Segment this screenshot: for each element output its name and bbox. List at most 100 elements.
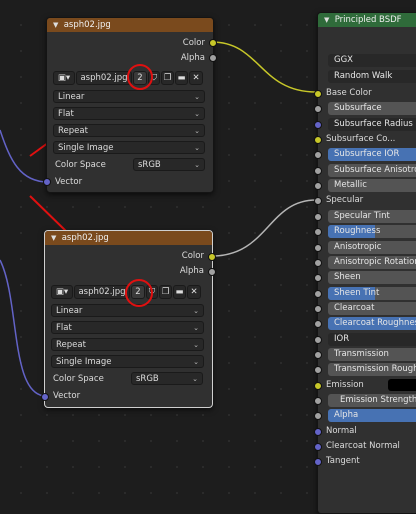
node-title: asph02.jpg: [63, 20, 111, 30]
input-socket-anisotropic-rotation[interactable]: [314, 259, 322, 267]
input-vector-label: Vector: [53, 391, 81, 401]
source-dropdown[interactable]: Single Image ⌄: [53, 141, 205, 154]
extension-dropdown[interactable]: Repeat ⌄: [51, 338, 204, 351]
input-socket-tangent[interactable]: [314, 458, 322, 466]
input-field-transmission-roughness[interactable]: Transmission Roughness: [328, 363, 416, 376]
input-field-label: Anisotropic Rotation: [334, 257, 416, 267]
input-field-alpha[interactable]: Alpha: [328, 409, 416, 422]
interpolation-dropdown[interactable]: Linear ⌄: [53, 90, 205, 103]
image-browse-icon[interactable]: ▣▾: [51, 285, 73, 299]
input-socket-sheen[interactable]: [314, 274, 322, 282]
input-socket-sheen-tint[interactable]: [314, 290, 322, 298]
input-socket-clearcoat-roughness[interactable]: [314, 320, 322, 328]
image-texture-node-1[interactable]: ▼ asph02.jpg Color Alpha ▣▾ asph02.jpg 2…: [46, 17, 214, 193]
chevron-down-icon: ⌄: [193, 324, 199, 332]
duplicate-icon[interactable]: ❐: [159, 285, 172, 299]
input-socket-transmission-roughness[interactable]: [314, 366, 322, 374]
collapse-chevron-icon[interactable]: ▼: [324, 13, 332, 27]
image-name-field[interactable]: asph02.jpg: [74, 285, 130, 299]
node-header[interactable]: ▼ asph02.jpg: [47, 18, 213, 32]
input-socket-emission[interactable]: [314, 382, 322, 390]
input-vector-socket[interactable]: [41, 393, 49, 401]
input-socket-subsurface-anisotropy[interactable]: [314, 167, 322, 175]
extension-dropdown[interactable]: Repeat ⌄: [53, 124, 205, 137]
projection-dropdown[interactable]: Flat ⌄: [51, 321, 204, 334]
chevron-down-icon: ⌄: [193, 341, 199, 349]
input-field-label: Sheen Tint: [334, 288, 380, 298]
input-field-clearcoat-roughness[interactable]: Clearcoat Roughness: [328, 317, 416, 330]
source-value: Single Image: [58, 143, 114, 153]
chevron-down-icon: ⌄: [194, 110, 200, 118]
input-field-subsurface-ior[interactable]: Subsurface IOR: [328, 148, 416, 161]
input-socket-roughness[interactable]: [314, 228, 322, 236]
input-field-emission-strength[interactable]: Emission Strength: [328, 394, 416, 407]
unlink-close-icon[interactable]: ✕: [189, 71, 203, 85]
input-socket-anisotropic[interactable]: [314, 244, 322, 252]
input-field-label: Roughness: [334, 226, 381, 236]
duplicate-icon[interactable]: ❐: [161, 71, 174, 85]
input-socket-transmission[interactable]: [314, 351, 322, 359]
distribution-dropdown[interactable]: GGX: [328, 54, 416, 67]
image-name-field[interactable]: asph02.jpg: [76, 71, 132, 85]
output-alpha-socket[interactable]: [208, 268, 216, 276]
input-field-specular-tint[interactable]: Specular Tint: [328, 210, 416, 223]
link-color-to-specular: [211, 199, 317, 257]
input-vector-socket[interactable]: [43, 178, 51, 186]
input-socket-ior[interactable]: [314, 336, 322, 344]
open-folder-icon[interactable]: ▬: [175, 71, 188, 85]
image-browse-icon[interactable]: ▣▾: [53, 71, 75, 85]
input-field-ior[interactable]: IOR: [328, 333, 416, 346]
input-socket-specular-tint[interactable]: [314, 213, 322, 221]
input-field-subsurface-anisotropy[interactable]: Subsurface Anisotropy: [328, 164, 416, 177]
input-socket-specular[interactable]: [314, 197, 322, 205]
input-socket-subsurface-radius[interactable]: [314, 121, 322, 129]
collapse-chevron-icon[interactable]: ▼: [53, 18, 61, 32]
input-field-clearcoat[interactable]: Clearcoat: [328, 302, 416, 315]
collapse-chevron-icon[interactable]: ▼: [51, 231, 59, 245]
input-socket-subsurface-ior[interactable]: [314, 151, 322, 159]
input-field-sheen-tint[interactable]: Sheen Tint: [328, 287, 416, 300]
input-field-subsurface[interactable]: Subsurface: [328, 102, 416, 115]
input-socket-emission-strength[interactable]: [314, 397, 322, 405]
chevron-down-icon: ⌄: [194, 93, 200, 101]
input-socket-subsurface[interactable]: [314, 105, 322, 113]
image-texture-node-2[interactable]: ▼ asph02.jpg Color Alpha ▣▾ asph02.jpg 2…: [44, 230, 213, 408]
input-field-sheen[interactable]: Sheen: [328, 271, 416, 284]
input-field-label: Subsurface Anisotropy: [334, 165, 416, 175]
input-socket-metallic[interactable]: [314, 182, 322, 190]
output-color-socket[interactable]: [209, 39, 217, 47]
input-field-anisotropic[interactable]: Anisotropic: [328, 241, 416, 254]
input-field-metallic[interactable]: Metallic: [328, 179, 416, 192]
input-socket-subsurface-co[interactable]: [314, 136, 322, 144]
input-field-subsurface-radius[interactable]: Subsurface Radius: [328, 118, 416, 131]
open-folder-icon[interactable]: ▬: [173, 285, 186, 299]
output-alpha-socket[interactable]: [209, 54, 217, 62]
unlink-close-icon[interactable]: ✕: [187, 285, 201, 299]
users-count-highlight-circle: [127, 64, 153, 90]
input-field-label: Metallic: [334, 180, 367, 190]
subsurface-method-dropdown[interactable]: Random Walk: [328, 70, 416, 83]
node-header[interactable]: ▼ asph02.jpg: [45, 231, 212, 245]
input-socket-clearcoat-normal[interactable]: [314, 443, 322, 451]
input-socket-clearcoat[interactable]: [314, 305, 322, 313]
input-field-transmission[interactable]: Transmission: [328, 348, 416, 361]
input-field-roughness[interactable]: Roughness: [328, 225, 416, 238]
input-field-anisotropic-rotation[interactable]: Anisotropic Rotation: [328, 256, 416, 269]
source-dropdown[interactable]: Single Image ⌄: [51, 355, 204, 368]
projection-dropdown[interactable]: Flat ⌄: [53, 107, 205, 120]
chevron-down-icon: ⌄: [194, 161, 200, 169]
node-header[interactable]: ▼ Principled BSDF: [318, 13, 416, 27]
color-space-dropdown[interactable]: sRGB ⌄: [131, 372, 203, 385]
input-field-label: Clearcoat Roughness: [334, 318, 416, 328]
input-label-clearcoat-normal: Clearcoat Normal: [326, 441, 400, 451]
color-space-dropdown[interactable]: sRGB ⌄: [133, 158, 205, 171]
emission-color-swatch[interactable]: [388, 379, 416, 391]
output-color-socket[interactable]: [208, 253, 216, 261]
color-space-value: sRGB: [138, 160, 161, 170]
color-space-label: Color Space: [55, 160, 106, 170]
interpolation-dropdown[interactable]: Linear ⌄: [51, 304, 204, 317]
input-socket-normal[interactable]: [314, 428, 322, 436]
input-socket-base-color[interactable]: [314, 90, 322, 98]
output-color-label: Color: [181, 251, 204, 261]
input-socket-alpha[interactable]: [314, 412, 322, 420]
